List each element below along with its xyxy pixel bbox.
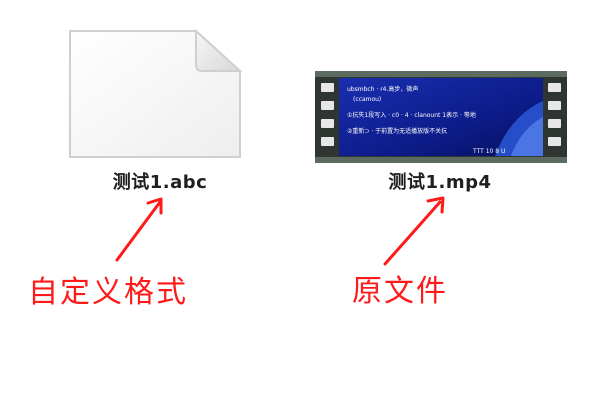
annotation-custom-format: 自定义格式 (28, 275, 188, 310)
arrow-to-mp4 (383, 200, 442, 266)
explorer-view: 测试1.abc ubsmbch · r4.高步，微声 (ccamou) ①抗失1… (0, 0, 600, 412)
annotation-original-file: 原文件 (352, 274, 448, 309)
annotation-arrows (115, 196, 445, 266)
arrow-to-abc (115, 200, 162, 262)
